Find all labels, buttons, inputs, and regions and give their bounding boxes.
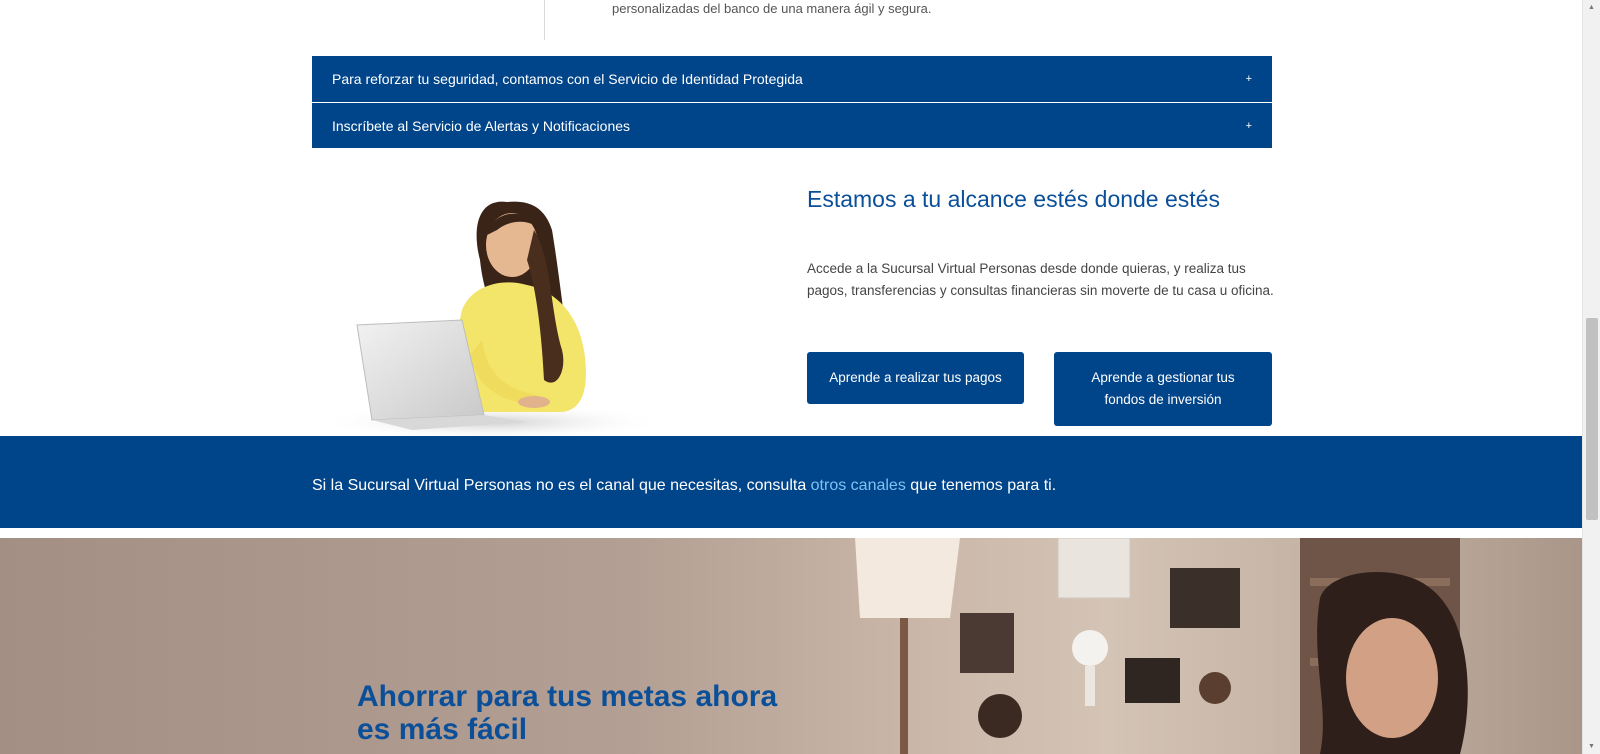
page: personalizadas del banco de una manera á… bbox=[0, 0, 1582, 754]
banner-text-after: que tenemos para ti. bbox=[905, 477, 1057, 494]
learn-payments-button[interactable]: Aprende a realizar tus pagos bbox=[807, 352, 1024, 404]
accordion: Para reforzar tu seguridad, contamos con… bbox=[312, 56, 1272, 148]
plus-icon: + bbox=[1245, 119, 1252, 132]
channels-banner-text: Si la Sucursal Virtual Personas no es el… bbox=[312, 477, 1056, 495]
accordion-item-identidad-protegida[interactable]: Para reforzar tu seguridad, contamos con… bbox=[312, 56, 1272, 102]
column-divider bbox=[544, 0, 545, 40]
page-scrollbar[interactable]: ▲ ▼ bbox=[1582, 0, 1600, 754]
other-channels-link[interactable]: otros canales bbox=[811, 477, 906, 494]
section-description: Accede a la Sucursal Virtual Personas de… bbox=[807, 261, 1274, 298]
banner-text-before: Si la Sucursal Virtual Personas no es el… bbox=[312, 477, 811, 494]
accordion-item-label: Inscríbete al Servicio de Alertas y Noti… bbox=[332, 117, 631, 134]
plus-icon: + bbox=[1245, 73, 1252, 85]
scroll-down-arrow-icon[interactable]: ▼ bbox=[1583, 739, 1600, 754]
learn-funds-button[interactable]: Aprende a gestionar tus fondos de invers… bbox=[1054, 352, 1272, 426]
previous-section-text: personalizadas del banco de una manera á… bbox=[612, 1, 932, 16]
section-title: Estamos a tu alcance estés donde estés bbox=[807, 186, 1220, 212]
scrollbar-thumb[interactable] bbox=[1586, 318, 1598, 520]
accordion-item-label: Para reforzar tu seguridad, contamos con… bbox=[332, 71, 803, 87]
accordion-item-alertas[interactable]: Inscríbete al Servicio de Alertas y Noti… bbox=[312, 102, 1272, 148]
hero-title: Ahorrar para tus metas ahora es más fáci… bbox=[357, 680, 778, 746]
scroll-up-arrow-icon[interactable]: ▲ bbox=[1583, 0, 1600, 15]
woman-laptop-image bbox=[317, 201, 667, 436]
